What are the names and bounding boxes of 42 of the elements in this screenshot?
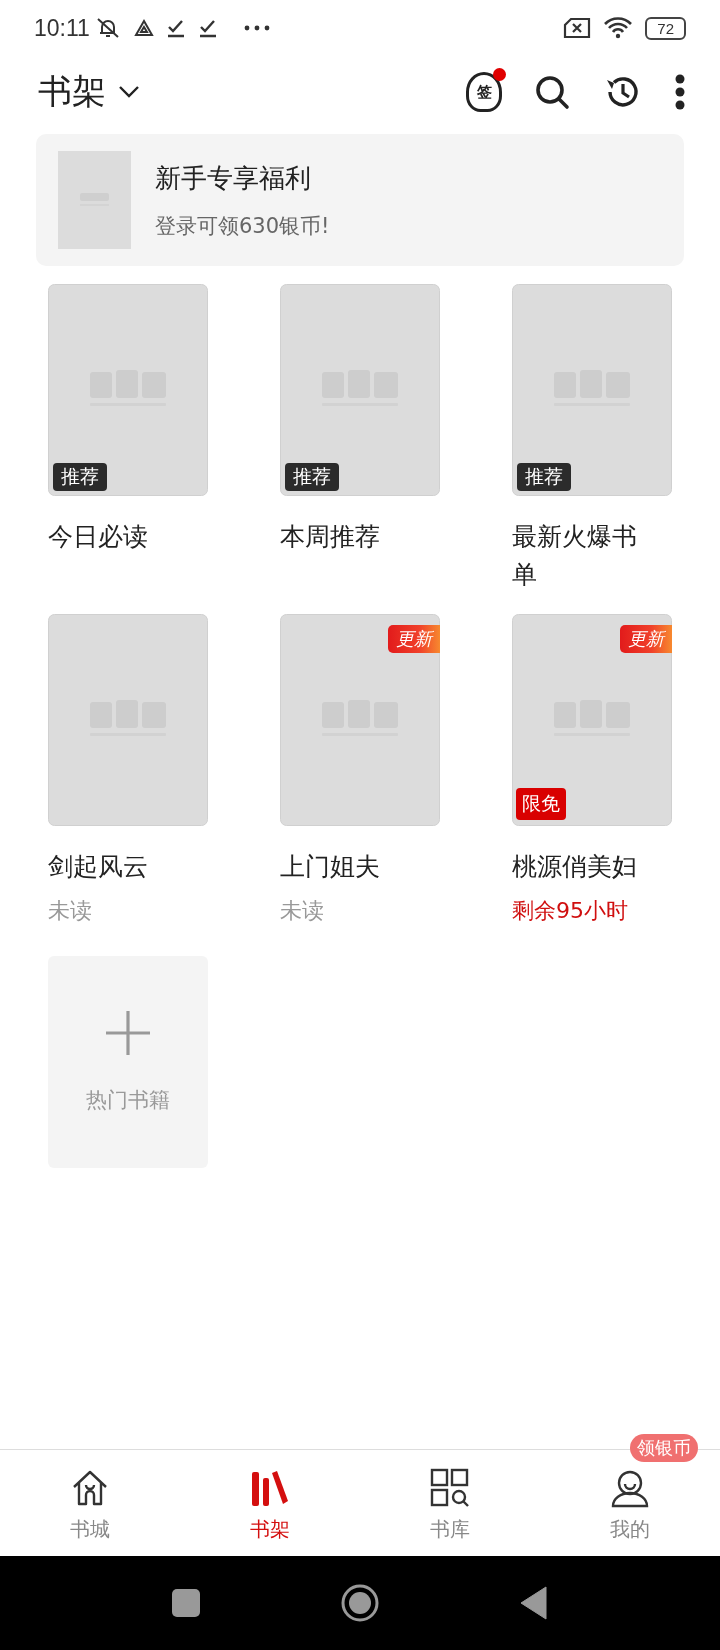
book-tag: 限免 <box>516 788 566 820</box>
back-icon[interactable] <box>520 1586 548 1620</box>
plus-icon <box>105 1010 151 1056</box>
history-icon[interactable] <box>604 74 640 110</box>
more-icon[interactable] <box>674 74 686 110</box>
status-time: 10:11 <box>34 14 90 42</box>
nav-tab[interactable]: 书架 <box>250 1463 290 1543</box>
battery-level: 72 <box>645 16 686 40</box>
update-badge: 更新 <box>388 625 440 653</box>
coin-badge: 领银币 <box>630 1434 698 1462</box>
nav-tab[interactable]: 书库 <box>430 1463 470 1543</box>
triangle-icon <box>133 18 154 38</box>
update-badge: 更新 <box>620 625 672 653</box>
home-icon[interactable] <box>340 1583 380 1623</box>
search-icon[interactable] <box>534 74 570 110</box>
book-tag: 推荐 <box>285 463 339 491</box>
read-status: 未读 <box>280 897 325 925</box>
wifi-icon <box>603 16 634 40</box>
book-title[interactable]: 最新火爆书单 <box>512 518 647 594</box>
book-title[interactable]: 桃源俏美妇 <box>512 848 647 886</box>
nav-tab[interactable]: 我的 <box>610 1463 650 1543</box>
no-sim-icon <box>563 17 592 39</box>
banner-title: 新手专享福利 <box>155 161 312 195</box>
book-tag: 推荐 <box>53 463 107 491</box>
add-tile-label: 热门书籍 <box>86 1087 170 1114</box>
banner-subtitle: 登录可领630银币! <box>155 212 330 240</box>
more-dots-icon <box>243 25 270 31</box>
grid-search-icon <box>430 1467 470 1508</box>
read-status: 剩余95小时 <box>512 897 629 925</box>
book-title[interactable]: 上门姐夫 <box>280 848 415 886</box>
page-title[interactable]: 书架 <box>38 69 106 115</box>
welfare-banner[interactable]: 新手专享福利 登录可领630银币! <box>36 134 684 266</box>
download-done-icon <box>165 18 186 38</box>
recents-icon[interactable] <box>172 1589 200 1617</box>
book-title[interactable]: 今日必读 <box>48 518 183 556</box>
book-title[interactable]: 本周推荐 <box>280 518 415 556</box>
chevron-down-icon[interactable] <box>118 85 140 99</box>
download-done-icon <box>197 18 218 38</box>
book-tag: 推荐 <box>517 463 571 491</box>
book-title[interactable]: 剑起风云 <box>48 848 183 886</box>
read-status: 未读 <box>48 897 93 925</box>
nav-tab[interactable]: 书城 <box>70 1463 110 1543</box>
